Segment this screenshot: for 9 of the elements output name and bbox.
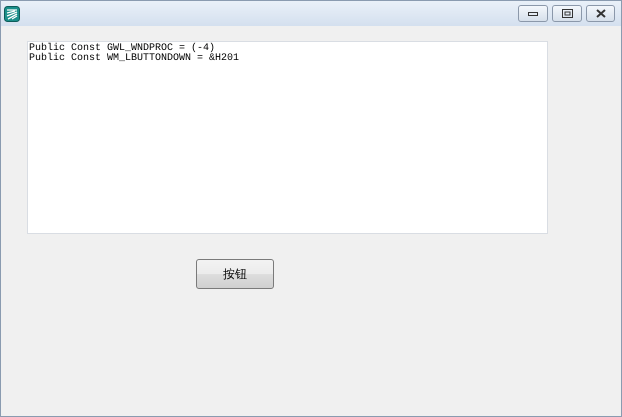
close-button[interactable] [586,5,615,22]
code-text-field[interactable]: Public Const GWL_WNDPROC = (-4) Public Const WM_LBUTTONDOWN = &H201 [27,41,548,234]
maximize-icon [562,9,572,18]
close-icon [596,9,606,18]
push-button[interactable]: 按钮 [196,259,274,289]
minimize-button[interactable] [518,5,548,22]
app-icon [4,6,20,22]
maximize-button[interactable] [552,5,582,22]
minimize-icon [528,12,538,16]
